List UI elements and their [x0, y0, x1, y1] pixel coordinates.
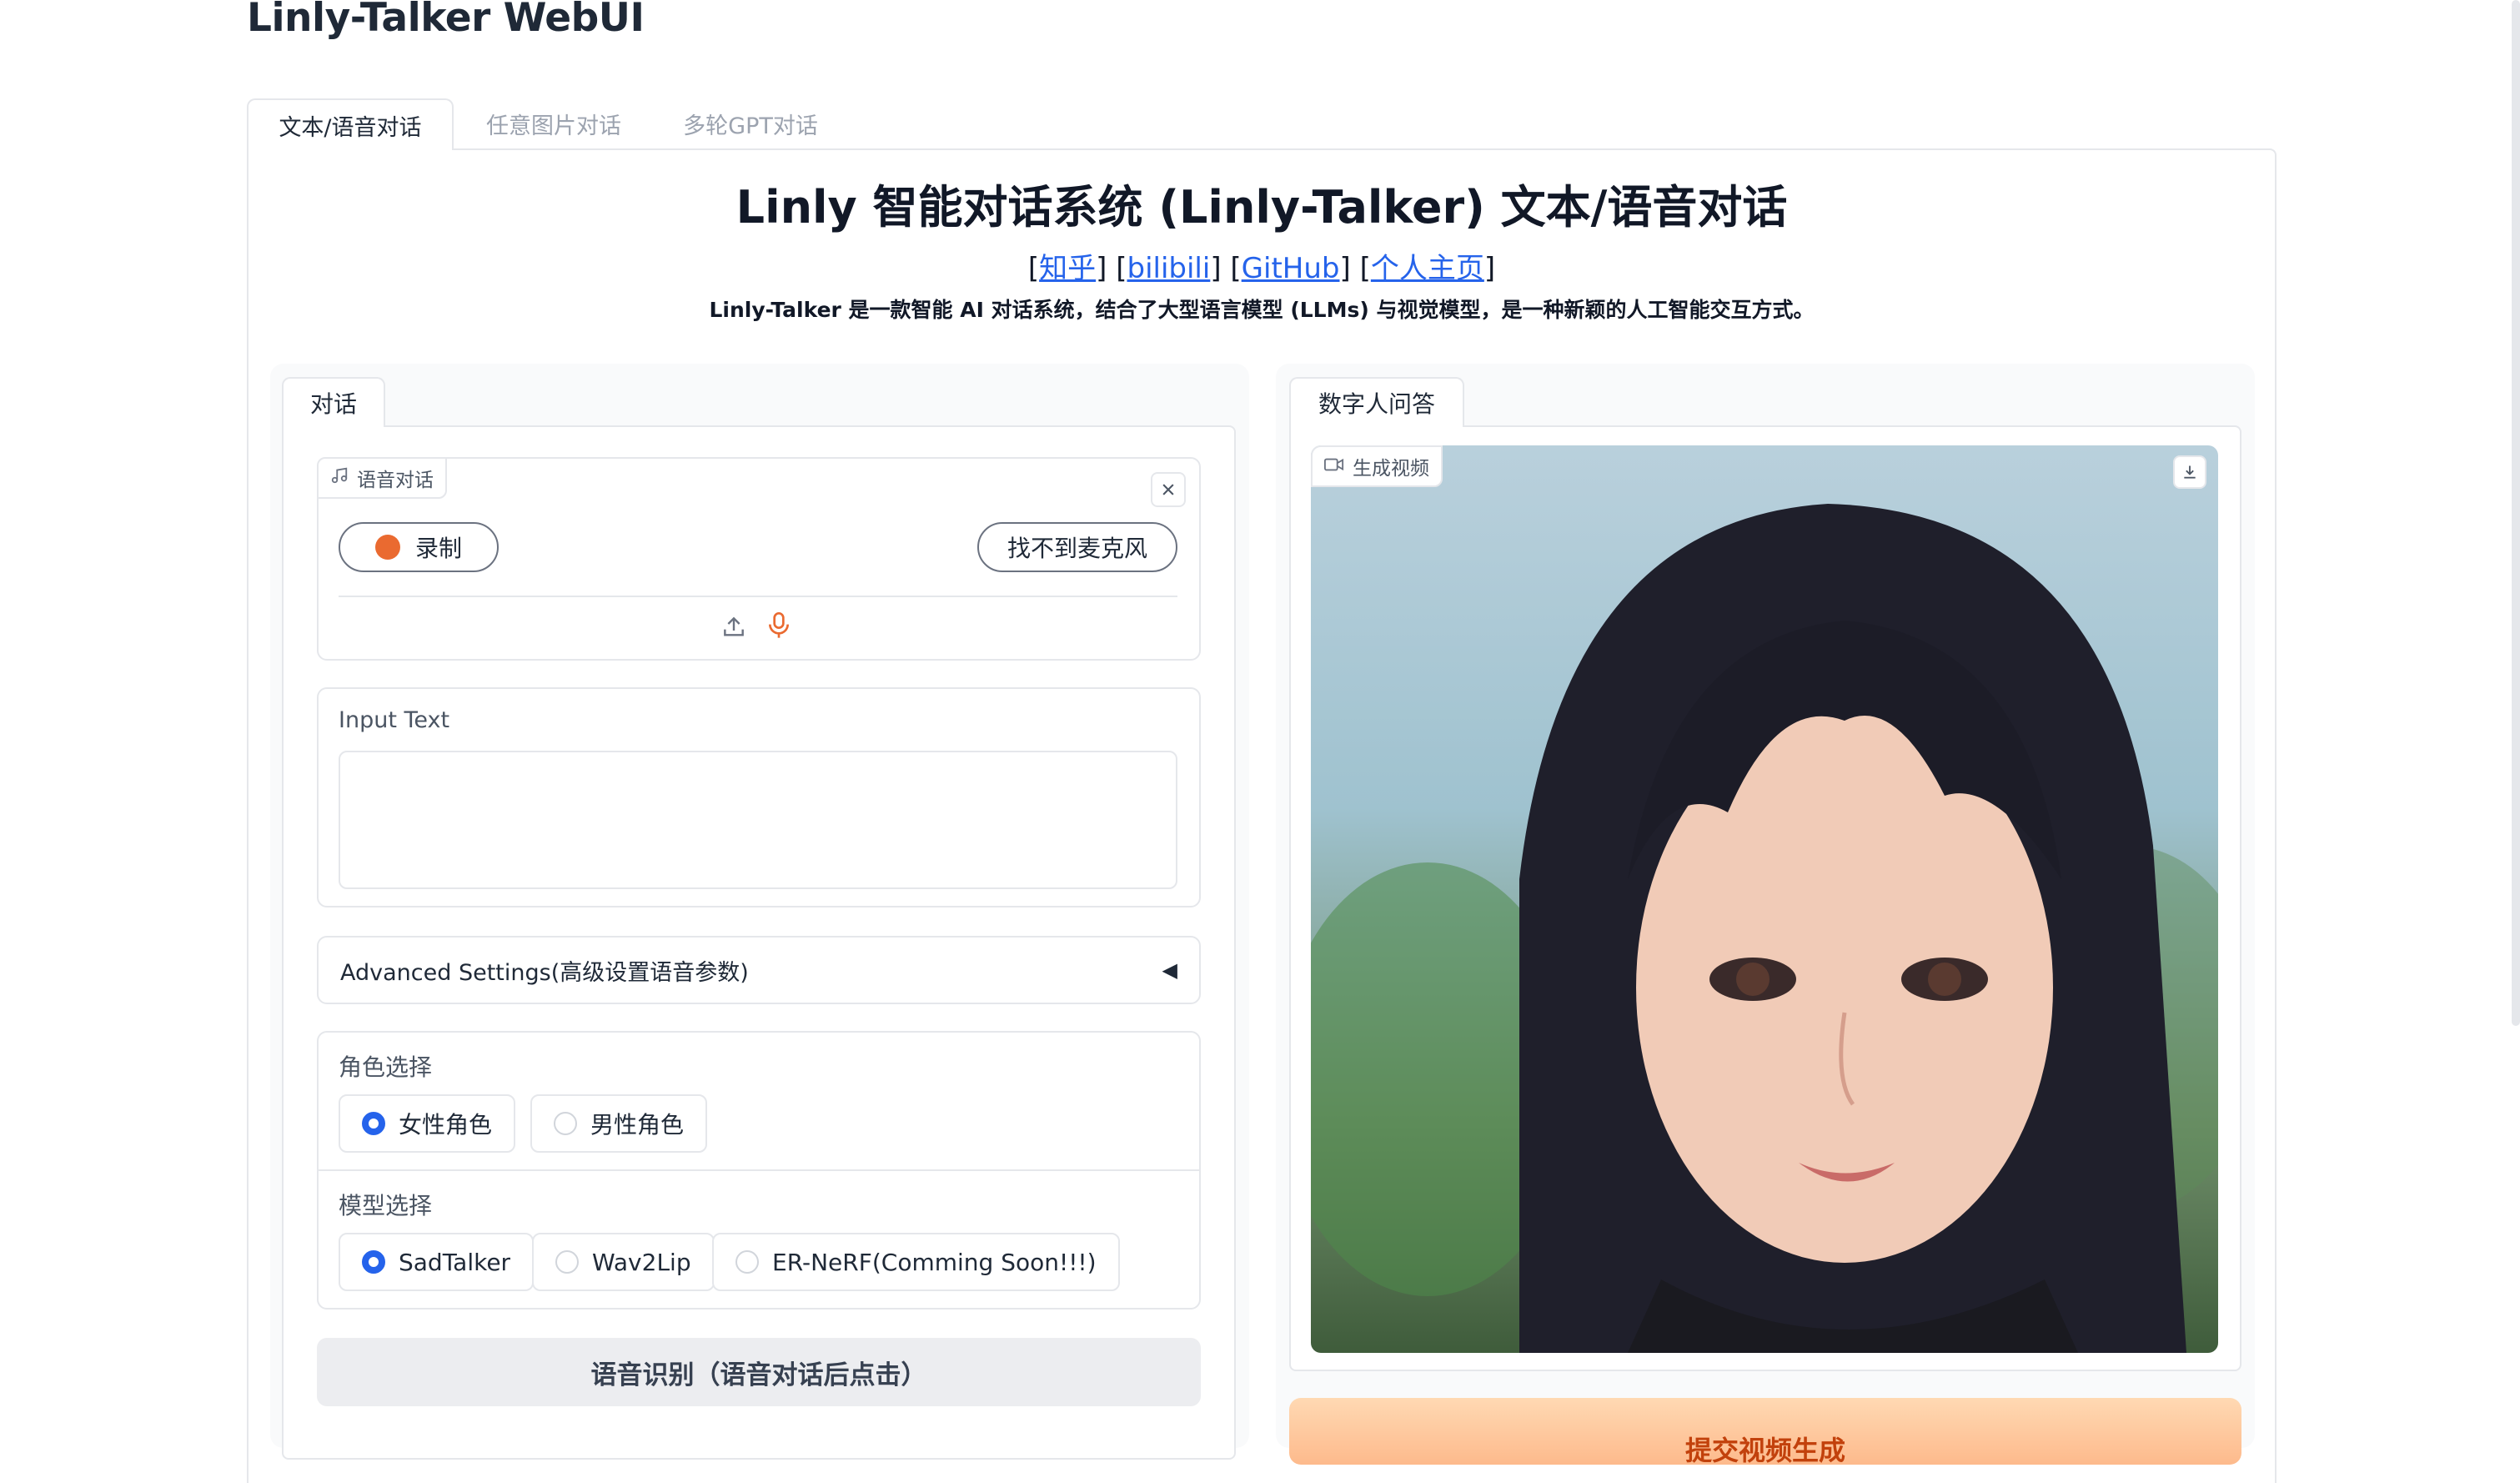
- link-github[interactable]: GitHub: [1242, 252, 1340, 285]
- generated-video-player[interactable]: [1311, 445, 2218, 1353]
- link-bar: [知乎] [bilibili] [GitHub] [个人主页]: [1027, 252, 1496, 285]
- audio-divider: [339, 596, 1177, 597]
- radio-label: 女性角色: [399, 1111, 493, 1139]
- page-subtitle: Linly-Talker 是一款智能 AI 对话系统，结合了大型语言模型 (LL…: [709, 298, 1815, 322]
- input-text-field[interactable]: [339, 751, 1177, 889]
- input-text-label: Input Text: [339, 707, 450, 733]
- radio-label: ER-NeRF(Comming Soon!!!): [772, 1248, 1097, 1276]
- radio-male-role[interactable]: 男性角色: [530, 1094, 708, 1153]
- radio-wav2lip[interactable]: Wav2Lip: [532, 1233, 715, 1291]
- model-label: 模型选择: [339, 1192, 433, 1219]
- close-icon[interactable]: [1151, 472, 1186, 507]
- advanced-settings-accordion[interactable]: Advanced Settings(高级设置语音参数) ◀: [317, 936, 1201, 1004]
- mic-status-button[interactable]: 找不到麦克风: [977, 522, 1177, 572]
- radio-unselected-icon: [555, 1250, 579, 1274]
- radio-selected-icon: [362, 1112, 385, 1135]
- tab-text-voice-chat[interactable]: 文本/语音对话: [247, 98, 454, 150]
- tab-multi-turn-gpt[interactable]: 多轮GPT对话: [667, 98, 834, 148]
- tab-dialogue[interactable]: 对话: [282, 377, 385, 427]
- record-button[interactable]: 录制: [339, 522, 499, 572]
- selection-divider: [319, 1169, 1199, 1171]
- portrait-image: [1311, 504, 2218, 1353]
- record-label: 录制: [414, 535, 462, 562]
- link-zhihu[interactable]: 知乎: [1039, 252, 1096, 285]
- advanced-settings-label: Advanced Settings(高级设置语音参数): [340, 959, 749, 986]
- role-label: 角色选择: [339, 1053, 433, 1081]
- upload-icon[interactable]: [720, 612, 747, 642]
- video-camera-icon: [1324, 455, 1344, 477]
- radio-label: Wav2Lip: [592, 1248, 691, 1276]
- tab-image-chat[interactable]: 任意图片对话: [470, 98, 637, 148]
- radio-label: 男性角色: [590, 1111, 685, 1139]
- page-title: Linly 智能对话系统 (Linly-Talker) 文本/语音对话: [735, 181, 1788, 234]
- radio-selected-icon: [362, 1250, 385, 1274]
- radio-unselected-icon: [554, 1112, 577, 1135]
- record-dot-icon: [374, 535, 400, 560]
- radio-sadtalker[interactable]: SadTalker: [339, 1233, 535, 1291]
- submit-video-generation-button[interactable]: 提交视频生成: [1289, 1398, 2241, 1465]
- video-label-chip: 生成视频: [1311, 445, 1443, 487]
- audio-label: 语音对话: [357, 470, 434, 491]
- microphone-icon[interactable]: [766, 609, 792, 642]
- tab-digital-human-qa[interactable]: 数字人问答: [1289, 377, 1464, 427]
- app-title: Linly-Talker WebUI: [247, 0, 645, 41]
- caret-left-icon: ◀: [1162, 958, 1177, 982]
- music-note-icon: [330, 466, 349, 490]
- submit-label: 提交视频生成: [1684, 1435, 1845, 1465]
- link-bilibili[interactable]: bilibili: [1127, 252, 1210, 285]
- download-icon[interactable]: [2173, 455, 2206, 489]
- radio-label: SadTalker: [399, 1248, 511, 1276]
- radio-er-nerf[interactable]: ER-NeRF(Comming Soon!!!): [712, 1233, 1120, 1291]
- speech-recognition-button[interactable]: 语音识别（语音对话后点击）: [317, 1338, 1201, 1406]
- radio-female-role[interactable]: 女性角色: [339, 1094, 516, 1153]
- video-label: 生成视频: [1353, 458, 1429, 480]
- link-homepage[interactable]: 个人主页: [1371, 252, 1484, 285]
- page-scrollbar[interactable]: [2512, 0, 2520, 1026]
- radio-unselected-icon: [735, 1250, 759, 1274]
- audio-label-chip: 语音对话: [317, 457, 447, 499]
